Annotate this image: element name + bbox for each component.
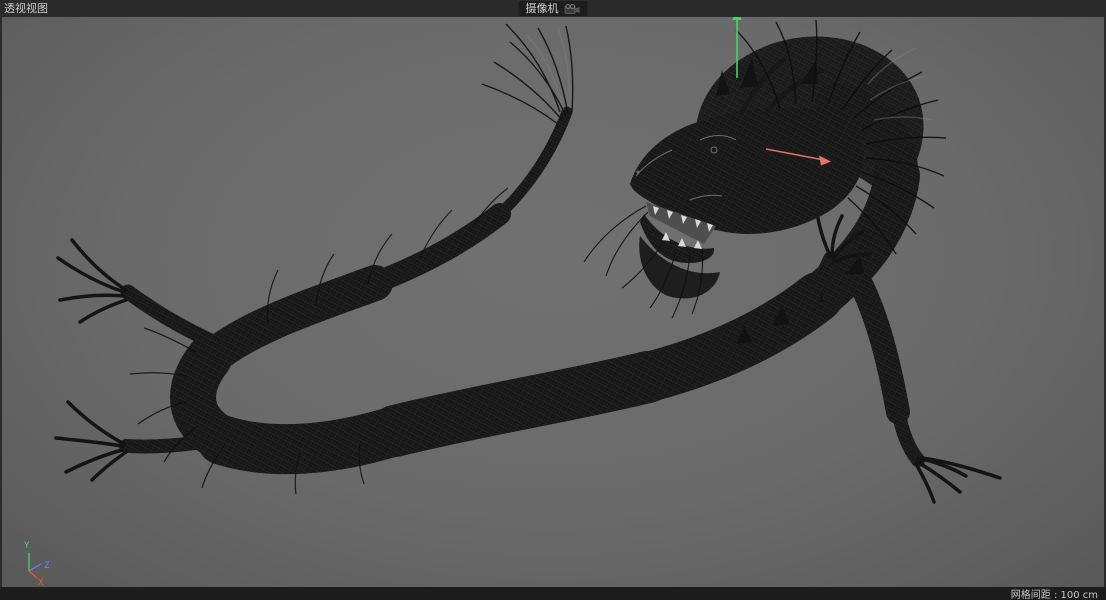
viewport-title: 透视视图 [4,2,48,15]
status-bar: 网格间距 : 100 cm [0,587,1106,600]
3d-viewport-window: 透视视图 摄像机 Y Z X 网格间距 : 100 cm [0,0,1106,600]
camera-tab[interactable]: 摄像机 [518,1,588,16]
viewport-header-bar: 透视视图 摄像机 [0,0,1106,17]
tail-hair [481,23,574,125]
world-axis-gizmo: Y Z X [24,541,50,588]
scene-canvas [54,8,1002,504]
camera-tab-label: 摄像机 [525,2,559,15]
y-axis-label: Y [24,541,30,551]
front-leg-upper [56,238,240,358]
rear-leg-lower [850,274,1002,504]
z-axis-label: Z [44,561,50,571]
grid-spacing-label: 网格间距 : 100 cm [1010,590,1098,600]
dragon-wireframe-model[interactable] [54,19,1002,504]
camera-icon[interactable] [564,3,581,14]
